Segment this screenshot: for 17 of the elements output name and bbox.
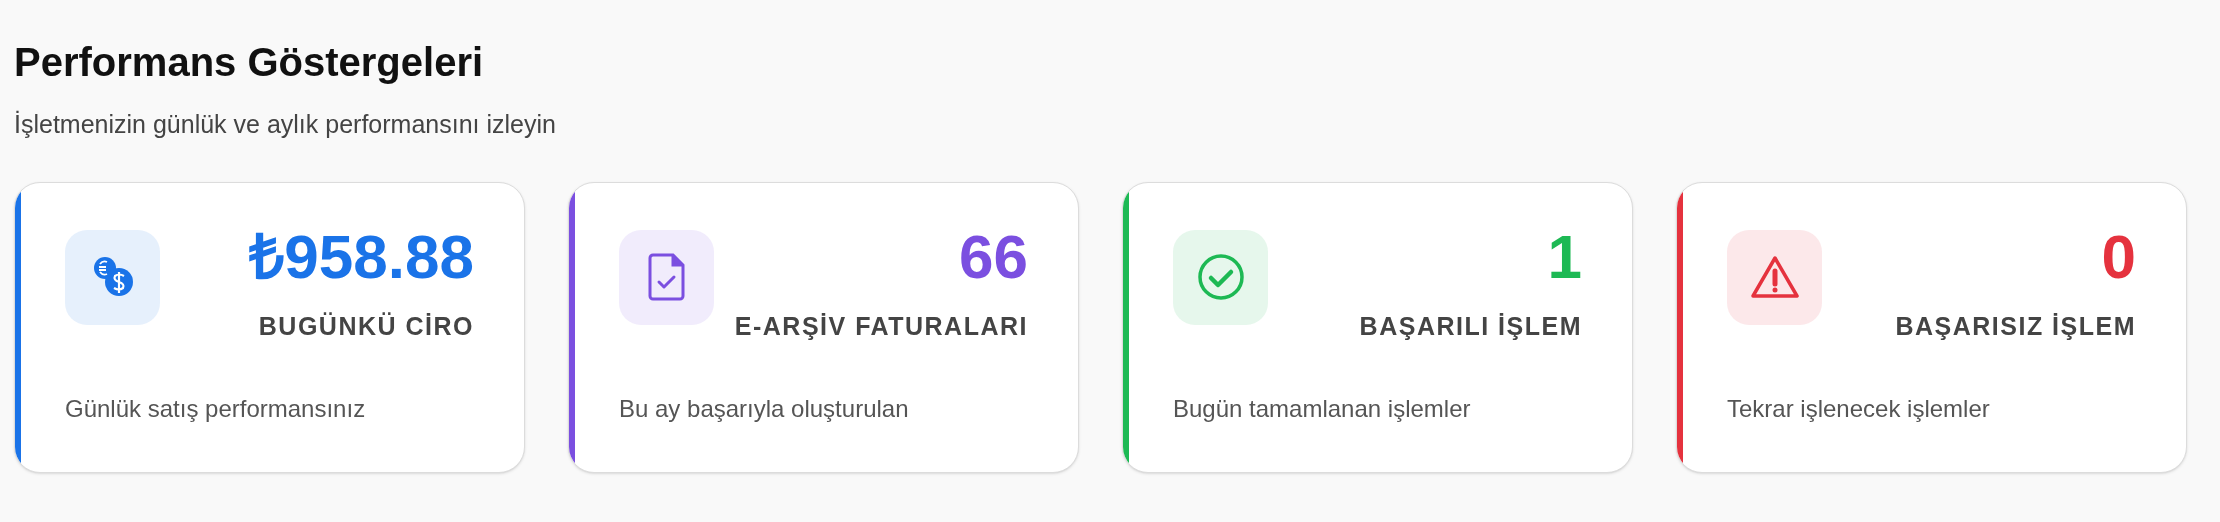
- stat-description: Bugün tamamlanan işlemler: [1173, 394, 1471, 424]
- page-subtitle: İşletmenizin günlük ve aylık performansını izleyin: [14, 109, 556, 140]
- warning-icon: [1749, 255, 1800, 299]
- stat-value: 1: [1547, 225, 1582, 288]
- stat-description: Bu ay başarıyla oluşturulan: [619, 394, 909, 424]
- stat-label: BAŞARISIZ İŞLEM: [1895, 310, 2136, 342]
- stat-value: 0: [2101, 225, 2136, 288]
- stat-value: ₺958.88: [249, 225, 474, 288]
- page-title: Performans Göstergeleri: [14, 39, 484, 86]
- stat-label: E-ARŞİV FATURALARI: [734, 310, 1028, 342]
- stat-value: 66: [959, 225, 1028, 288]
- stat-label: BUGÜNKÜ CİRO: [258, 310, 474, 342]
- document-check-icon: [646, 252, 687, 302]
- check-circle-icon: [1196, 253, 1245, 301]
- stat-label: BAŞARILI İŞLEM: [1359, 310, 1582, 342]
- stat-description: Tekrar işlenecek işlemler: [1727, 394, 1990, 424]
- stat-description: Günlük satış performansınız: [65, 394, 366, 424]
